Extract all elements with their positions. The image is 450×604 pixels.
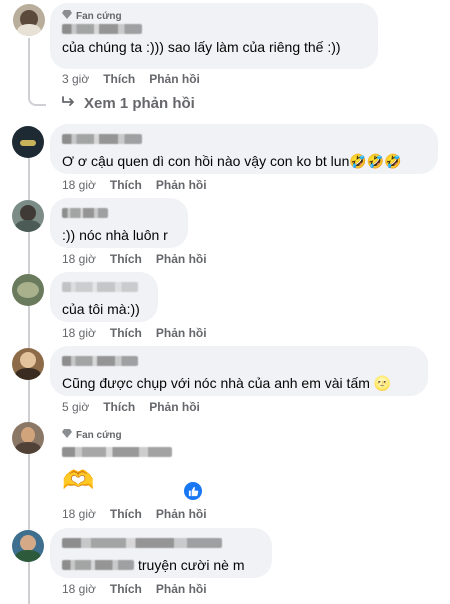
commenter-name[interactable] bbox=[62, 24, 142, 34]
comment-text: của chúng ta :))) sao lấy làm của riêng … bbox=[62, 39, 341, 55]
like-reaction-icon[interactable] bbox=[182, 480, 204, 502]
comment-text: của tôi mà:)) bbox=[62, 301, 140, 317]
reply-arrow-icon bbox=[62, 95, 76, 112]
diamond-icon bbox=[62, 10, 72, 22]
avatar[interactable] bbox=[12, 348, 44, 380]
timestamp[interactable]: 18 giờ bbox=[62, 252, 96, 266]
commenter-name[interactable] bbox=[62, 134, 142, 144]
commenter-name[interactable] bbox=[62, 282, 138, 292]
reply-button[interactable]: Phản hồi bbox=[149, 72, 200, 86]
comment-text: Ơ ơ cậu quen dì con hồi nào vậy con ko b… bbox=[62, 153, 402, 169]
commenter-name[interactable] bbox=[62, 538, 222, 548]
commenter-name[interactable] bbox=[62, 447, 172, 457]
like-button[interactable]: Thích bbox=[110, 326, 142, 340]
badge-label: Fan cứng bbox=[76, 429, 122, 441]
timestamp[interactable]: 18 giờ bbox=[62, 582, 96, 596]
comment-bubble: của tôi mà:)) bbox=[50, 272, 158, 322]
commenter-name[interactable] bbox=[62, 208, 108, 218]
mentioned-name[interactable] bbox=[62, 560, 134, 570]
thread-line-curve bbox=[28, 96, 46, 106]
comment-actions: 5 giờ Thích Phản hồi bbox=[62, 400, 200, 414]
avatar[interactable] bbox=[12, 126, 44, 158]
view-replies-label: Xem 1 phản hồi bbox=[84, 95, 195, 112]
avatar[interactable] bbox=[13, 4, 45, 36]
avatar[interactable] bbox=[12, 530, 44, 562]
timestamp[interactable]: 18 giờ bbox=[62, 178, 96, 192]
comment-text: Cũng được chụp với nóc nhà của anh em và… bbox=[62, 375, 392, 391]
view-replies-link[interactable]: Xem 1 phản hồi bbox=[62, 95, 195, 112]
avatar[interactable] bbox=[12, 274, 44, 306]
comment-actions: 18 giờ Thích Phản hồi bbox=[62, 507, 207, 521]
timestamp[interactable]: 3 giờ bbox=[62, 72, 89, 86]
comment-actions: 18 giờ Thích Phản hồi bbox=[62, 326, 207, 340]
timestamp[interactable]: 5 giờ bbox=[62, 400, 89, 414]
comment-bubble: Cũng được chụp với nóc nhà của anh em và… bbox=[50, 346, 428, 396]
timestamp[interactable]: 18 giờ bbox=[62, 507, 96, 521]
comment-header: Fan cứng bbox=[62, 429, 172, 457]
comment-text: truyện cười nè m bbox=[138, 557, 245, 573]
reply-button[interactable]: Phản hồi bbox=[156, 326, 207, 340]
comment-bubble: Fan cứng của chúng ta :))) sao lấy làm c… bbox=[50, 3, 378, 69]
reply-button[interactable]: Phản hồi bbox=[156, 507, 207, 521]
fan-badge: Fan cứng bbox=[62, 10, 366, 22]
fan-badge: Fan cứng bbox=[62, 429, 172, 441]
comment-bubble: :)) nóc nhà luôn r bbox=[50, 198, 188, 248]
comment-actions: 18 giờ Thích Phản hồi bbox=[62, 582, 207, 596]
like-button[interactable]: Thích bbox=[110, 178, 142, 192]
comment-text: :)) nóc nhà luôn r bbox=[62, 227, 168, 243]
comment-actions: 18 giờ Thích Phản hồi bbox=[62, 252, 207, 266]
commenter-name[interactable] bbox=[62, 356, 138, 366]
reply-button[interactable]: Phản hồi bbox=[156, 178, 207, 192]
comment-actions: 3 giờ Thích Phản hồi bbox=[62, 72, 200, 86]
comment-bubble: Ơ ơ cậu quen dì con hồi nào vậy con ko b… bbox=[50, 124, 438, 174]
timestamp[interactable]: 18 giờ bbox=[62, 326, 96, 340]
like-button[interactable]: Thích bbox=[110, 507, 142, 521]
badge-label: Fan cứng bbox=[76, 10, 122, 22]
reply-button[interactable]: Phản hồi bbox=[149, 400, 200, 414]
like-button[interactable]: Thích bbox=[103, 72, 135, 86]
like-button[interactable]: Thích bbox=[103, 400, 135, 414]
reply-button[interactable]: Phản hồi bbox=[156, 582, 207, 596]
avatar[interactable] bbox=[12, 200, 44, 232]
diamond-icon bbox=[62, 429, 72, 441]
sticker: 🫶 bbox=[62, 465, 95, 495]
comment-actions: 18 giờ Thích Phản hồi bbox=[62, 178, 207, 192]
avatar[interactable] bbox=[12, 422, 44, 454]
thread-line bbox=[28, 38, 30, 98]
comment-bubble: truyện cười nè m bbox=[50, 528, 272, 578]
reply-button[interactable]: Phản hồi bbox=[156, 252, 207, 266]
like-button[interactable]: Thích bbox=[110, 582, 142, 596]
like-button[interactable]: Thích bbox=[110, 252, 142, 266]
